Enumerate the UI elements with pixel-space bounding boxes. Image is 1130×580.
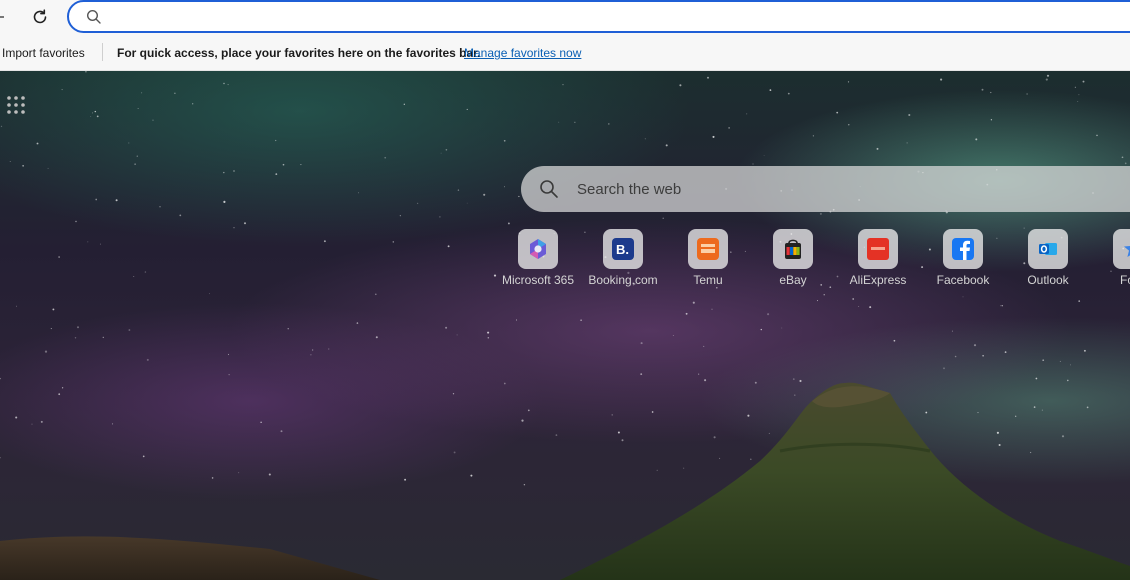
search-icon [540,180,558,198]
quick-link-label: Follo [1119,273,1130,287]
web-search-box[interactable]: Search the web [521,166,1130,212]
refresh-button[interactable] [28,5,52,29]
favorites-divider [102,43,103,61]
microsoft-365-icon [518,229,558,269]
quick-link-booking[interactable]: B. Booking.com [583,229,663,291]
ebay-icon [773,229,813,269]
quick-link-aliexpress[interactable]: AliExpress [838,229,918,291]
booking-icon: B. [603,229,643,269]
favorites-bar: Import favorites For quick access, place… [0,34,1130,71]
temu-icon [688,229,728,269]
browser-toolbar [0,0,1130,34]
svg-text:B.: B. [616,242,629,257]
quick-link-label: eBay [779,273,807,287]
search-icon [86,9,101,24]
quick-link-label: Facebook [936,273,990,287]
new-tab-page: Search the web Microsoft 365 B. Booking.… [0,71,1130,580]
quick-link-label: Microsoft 365 [501,273,575,287]
apps-grid-icon[interactable] [6,95,26,115]
back-arrow-icon[interactable] [0,16,4,18]
search-placeholder: Search the web [577,181,682,198]
outlook-icon [1028,229,1068,269]
quick-link-ebay[interactable]: eBay [753,229,833,291]
quick-link-label: Outlook [1027,273,1069,287]
favorites-bar-message: For quick access, place your favorites h… [117,46,481,60]
mountain-landscape [0,382,1130,580]
address-input[interactable] [113,7,1013,27]
address-bar[interactable] [67,0,1130,33]
quick-link-label: Booking.com [588,273,658,287]
refresh-icon [33,9,47,24]
facebook-icon [943,229,983,269]
quick-link-label: Temu [693,273,723,287]
follow-icon [1113,229,1130,269]
quick-link-microsoft-365[interactable]: Microsoft 365 [498,229,578,291]
import-favorites-button[interactable]: Import favorites [2,46,85,60]
quick-link-temu[interactable]: Temu [668,229,748,291]
aliexpress-icon [858,229,898,269]
quick-link-outlook[interactable]: Outlook [1008,229,1088,291]
manage-favorites-link[interactable]: Manage favorites now [464,46,581,60]
quick-link-facebook[interactable]: Facebook [923,229,1003,291]
quick-link-follow[interactable]: Follo [1093,229,1130,291]
quick-link-label: AliExpress [849,273,907,287]
